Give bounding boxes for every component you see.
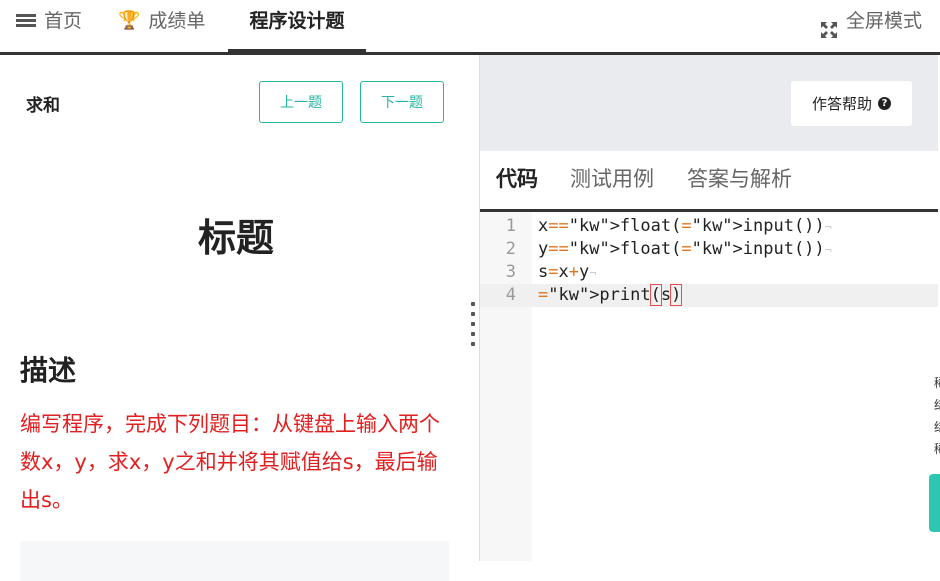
side-float-tab[interactable] <box>929 474 940 532</box>
code-line[interactable]: 2 y=="kw">float(="kw">input())¬ <box>480 238 938 261</box>
description-text: 编写程序，完成下列题目：从键盘上输入两个数x，y，求x，y之和并将其赋值给s，最… <box>20 412 440 512</box>
problem-name: 求和 <box>26 96 60 116</box>
next-question-button[interactable]: 下一题 <box>360 81 444 123</box>
code-tabs: 代码 测试用例 答案与解析 <box>480 151 938 212</box>
top-nav: 首页 🏆 成绩单 程序设计题 全屏模式 <box>0 0 940 55</box>
code-text: ="kw">print(s) <box>538 284 683 306</box>
question-circle-icon: ? <box>878 97 891 110</box>
code-line[interactable]: 4 ="kw">print(s) <box>480 284 938 307</box>
description-heading: 描述 <box>20 354 77 387</box>
nav-home[interactable]: 首页 <box>16 0 82 42</box>
code-line[interactable]: 3 s=x+y¬ <box>480 261 938 284</box>
code-panel-header: 作答帮助 ? <box>480 55 938 151</box>
code-text: y=="kw">float(="kw">input())¬ <box>538 239 832 259</box>
sample-block <box>20 541 449 581</box>
fullscreen-label: 全屏模式 <box>845 10 922 32</box>
prev-question-button[interactable]: 上一题 <box>259 81 343 123</box>
line-number: 3 <box>505 262 516 282</box>
list-icon <box>16 14 36 28</box>
nav-programming-label: 程序设计题 <box>249 10 345 32</box>
active-tab-indicator <box>228 49 366 53</box>
line-number: 4 <box>505 285 516 305</box>
expand-icon <box>820 12 838 38</box>
problem-panel: 求和 上一题 下一题 标题 描述 编写程序，完成下列题目：从键盘上输入两个数x，… <box>0 55 472 581</box>
code-panel: 作答帮助 ? 代码 测试用例 答案与解析 1 x=="kw">float(="kw… <box>480 55 940 561</box>
code-text: s=x+y¬ <box>538 262 597 282</box>
code-text: x=="kw">float(="kw">input())¬ <box>538 216 832 236</box>
trophy-icon: 🏆 <box>118 10 141 31</box>
problem-title: 标题 <box>197 216 274 260</box>
tab-test-cases[interactable]: 测试用例 <box>570 151 654 209</box>
tab-answer-analysis[interactable]: 答案与解析 <box>687 151 792 209</box>
line-number: 1 <box>505 216 516 236</box>
nav-home-label: 首页 <box>44 10 83 32</box>
panel-resize-handle[interactable] <box>470 302 476 346</box>
tab-code[interactable]: 代码 <box>496 151 538 209</box>
fullscreen-button[interactable]: 全屏模式 <box>820 0 922 42</box>
line-number: 2 <box>505 239 516 259</box>
answer-help-label: 作答帮助 <box>811 95 872 113</box>
nav-programming[interactable]: 程序设计题 <box>228 0 366 42</box>
nav-grades[interactable]: 🏆 成绩单 <box>118 0 205 42</box>
nav-grades-label: 成绩单 <box>148 10 206 32</box>
code-line[interactable]: 1 x=="kw">float(="kw">input())¬ <box>480 215 938 238</box>
answer-help-button[interactable]: 作答帮助 ? <box>791 81 912 126</box>
code-editor[interactable]: 1 x=="kw">float(="kw">input())¬ 2 y=="kw">f… <box>480 212 938 561</box>
clipped-side-text: 稀结结稀 <box>934 372 940 460</box>
